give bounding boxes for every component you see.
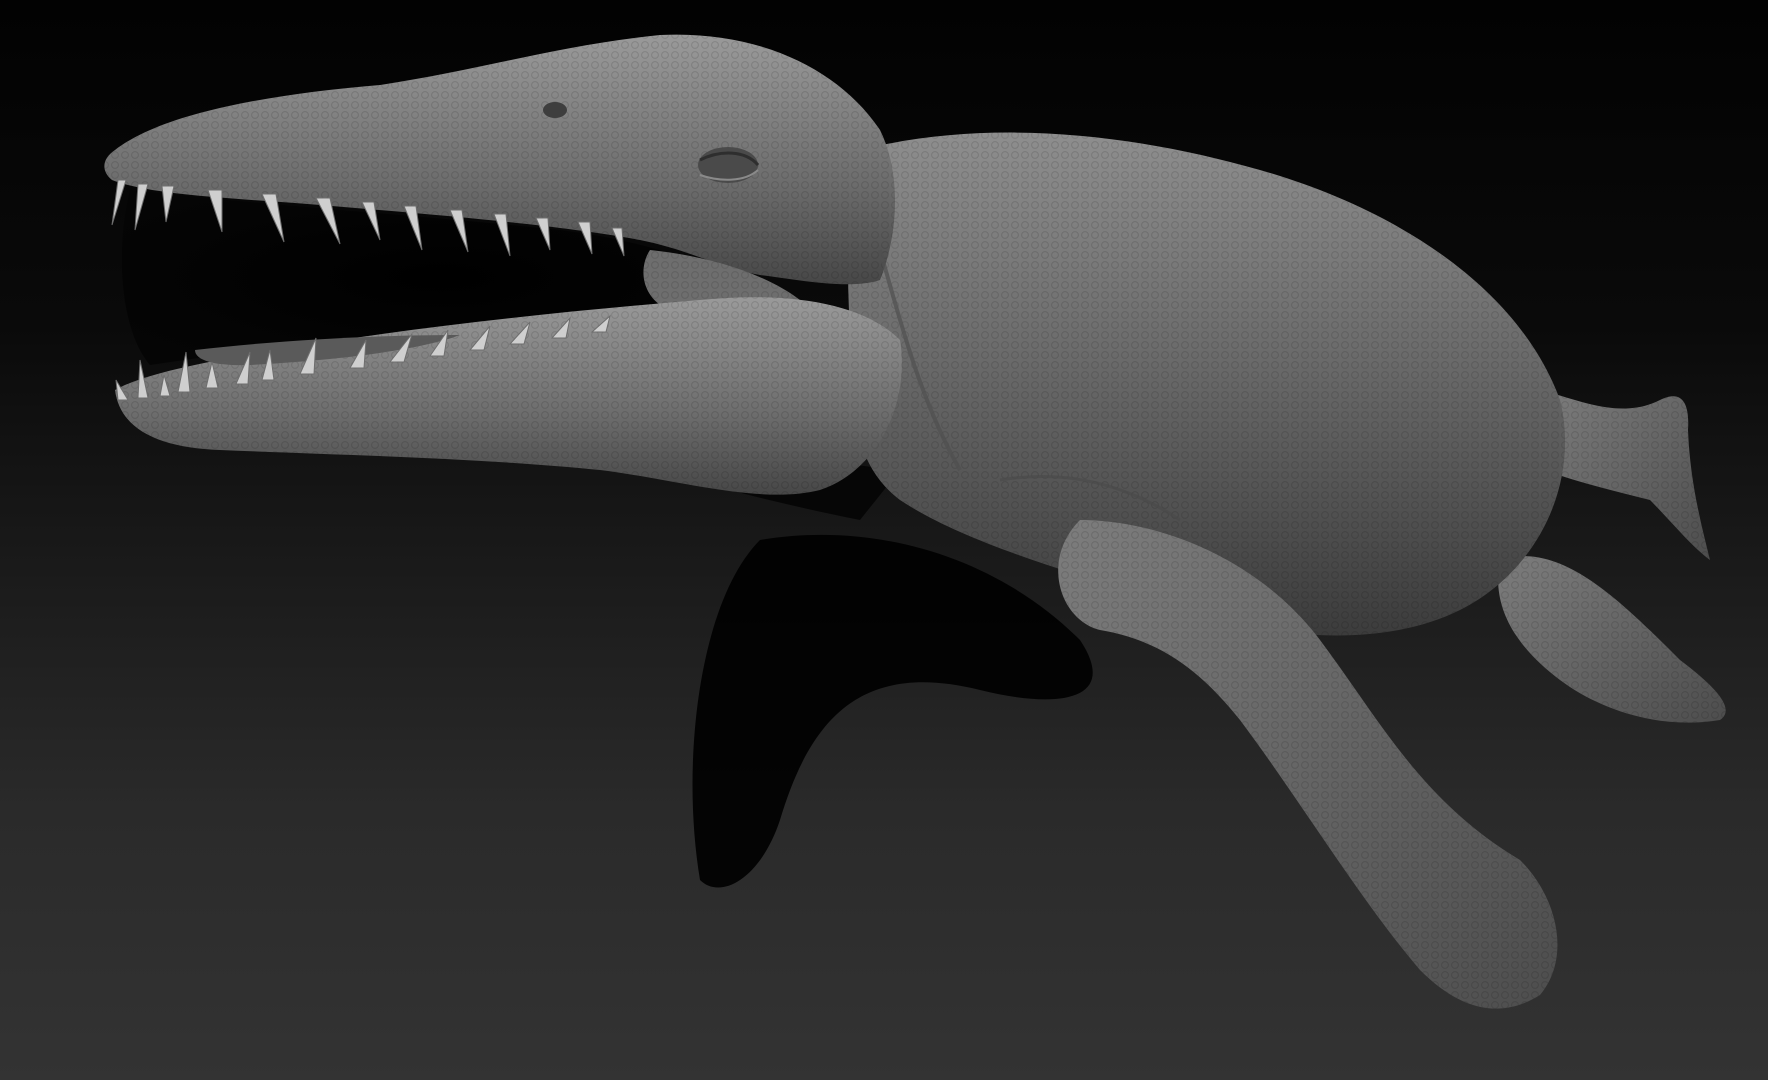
tail-fin [1540,390,1710,560]
rear-flipper [1498,556,1726,723]
nostril [543,102,567,118]
head [104,34,902,495]
render-viewport [0,0,1768,1080]
cast-shadow [692,534,1093,888]
sculpt-render [104,34,1726,1009]
